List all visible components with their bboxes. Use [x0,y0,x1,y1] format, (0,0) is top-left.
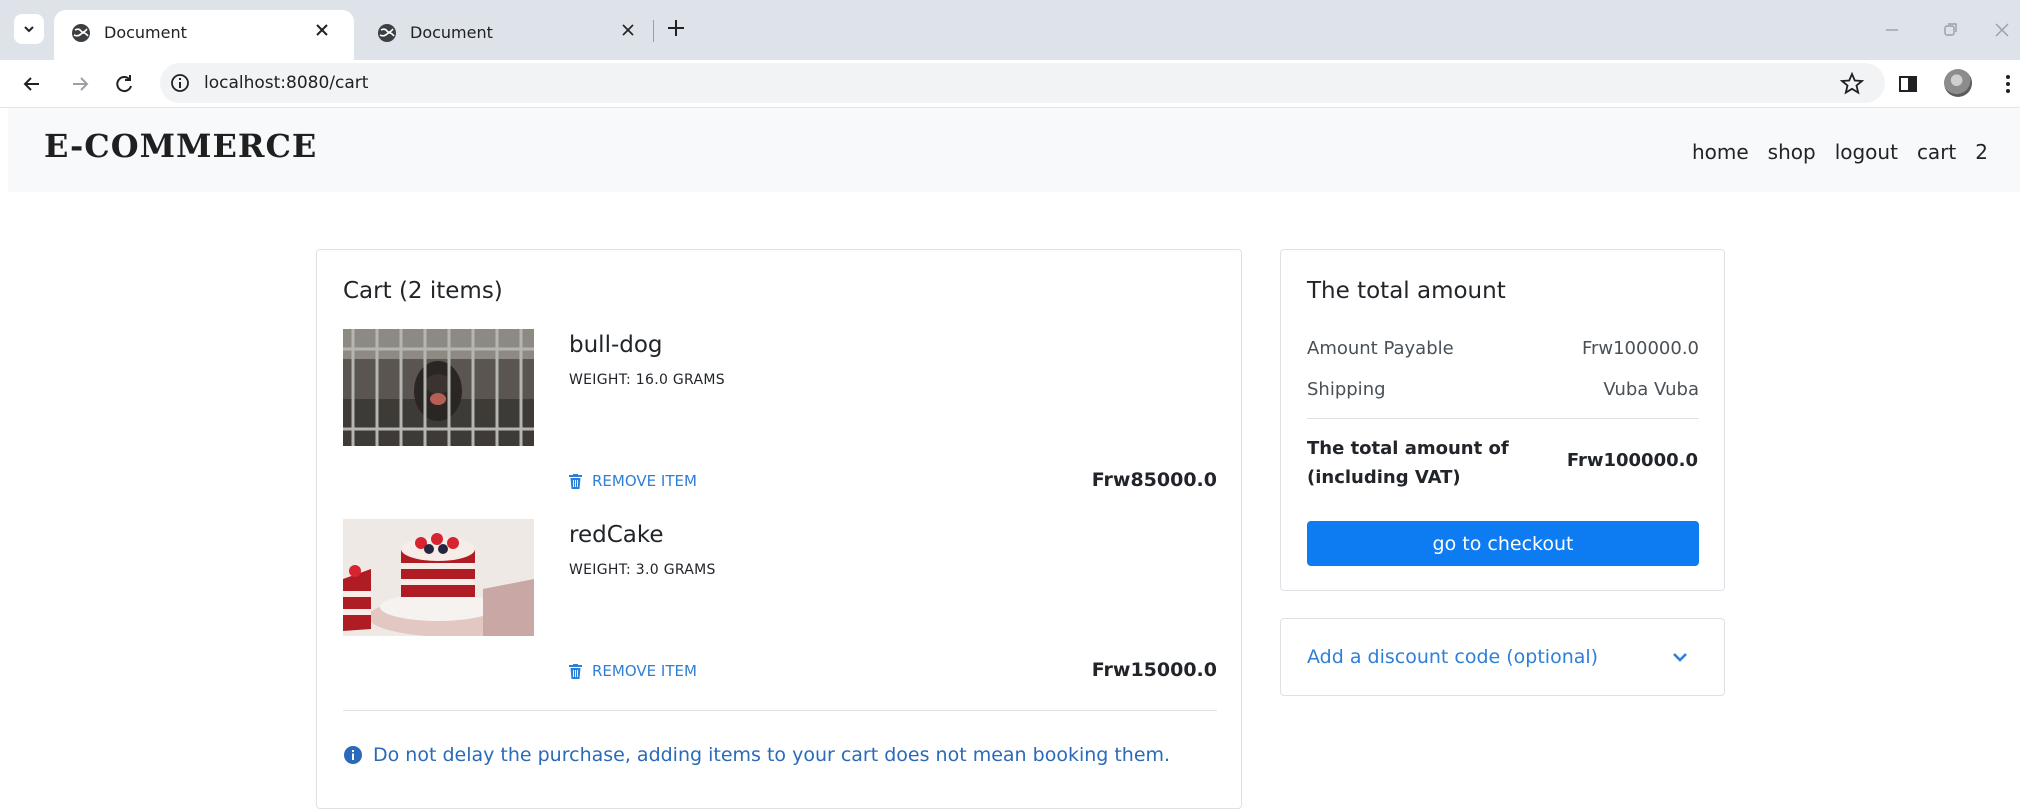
star-icon[interactable] [1838,70,1866,98]
summary-divider [1307,418,1699,419]
total-summary-card: The total amount Amount Payable Frw10000… [1280,249,1725,591]
info-circle-icon [344,746,362,764]
back-arrow-icon[interactable] [18,70,46,98]
summary-title: The total amount [1307,278,1506,304]
product-image-bull-dog [343,329,534,446]
remove-item-button[interactable]: REMOVE ITEM [569,472,697,490]
side-panel-icon[interactable] [1894,70,1922,98]
chevron-down-icon[interactable] [1670,647,1690,667]
globe-icon [72,24,90,42]
cart-card: Cart (2 items) bull-dog WEIGHT: 16.0 GRA… [316,249,1242,809]
cart-title: Cart (2 items) [343,278,503,304]
globe-icon [378,24,396,42]
tab-search-button[interactable] [14,14,44,44]
cart-item: redCake WEIGHT: 3.0 GRAMS REMOVE ITEM Fr… [343,519,1217,699]
reload-icon[interactable] [110,70,138,98]
cart-count[interactable]: 2 [1975,140,1988,164]
shipping-value: Vuba Vuba [1603,379,1699,400]
nav-link-shop[interactable]: shop [1768,140,1816,164]
trash-icon [569,663,582,679]
product-image-red-cake [343,519,534,636]
forward-arrow-icon[interactable] [66,70,94,98]
item-weight: WEIGHT: 3.0 GRAMS [569,562,716,578]
plus-icon[interactable] [664,16,688,40]
profile-avatar[interactable] [1944,69,1972,97]
discount-code-toggle[interactable]: Add a discount code (optional) [1307,646,1598,668]
amount-payable-row: Amount Payable Frw100000.0 [1307,338,1699,359]
nav-link-home[interactable]: home [1692,140,1749,164]
nav-links: home shop logout cart 2 [1692,140,1988,164]
checkout-button[interactable]: go to checkout [1307,521,1699,566]
cart-item: bull-dog WEIGHT: 16.0 GRAMS REMOVE ITEM … [343,329,1217,509]
item-name[interactable]: bull-dog [569,332,663,358]
nav-link-cart[interactable]: cart [1917,140,1956,164]
amount-payable-label: Amount Payable [1307,338,1454,359]
brand-logo[interactable]: E-COMMERCE [44,127,317,165]
item-weight: WEIGHT: 16.0 GRAMS [569,372,725,388]
item-price: Frw15000.0 [1091,659,1217,681]
cart-notice: Do not delay the purchase, adding items … [343,744,1170,766]
remove-item-label: REMOVE ITEM [592,662,697,680]
browser-toolbar: localhost:8080/cart [0,60,2020,108]
close-icon[interactable] [312,20,332,40]
info-icon[interactable] [170,73,190,93]
item-price: Frw85000.0 [1091,469,1217,491]
browser-tab-active[interactable]: Document [54,10,354,60]
shipping-label: Shipping [1307,379,1386,400]
amount-payable-value: Frw100000.0 [1581,338,1699,359]
item-name[interactable]: redCake [569,522,664,548]
total-value: Frw100000.0 [1566,450,1698,471]
shipping-row: Shipping Vuba Vuba [1307,379,1699,400]
discount-code-card[interactable]: Add a discount code (optional) [1280,618,1725,696]
minimize-icon[interactable] [1880,18,1904,42]
remove-item-label: REMOVE ITEM [592,472,697,490]
total-label: The total amount of (including VAT) [1307,438,1509,488]
tab-separator [653,20,654,42]
tab-title: Document [104,23,187,42]
url-text: localhost:8080/cart [204,73,369,93]
tab-title: Document [410,23,493,42]
close-window-icon[interactable] [1990,18,2014,42]
cart-notice-text: Do not delay the purchase, adding items … [373,744,1171,766]
trash-icon [569,473,582,489]
browser-tab-strip: Document Document [0,0,2020,60]
remove-item-button[interactable]: REMOVE ITEM [569,662,697,680]
kebab-menu-icon[interactable] [1994,70,2020,98]
close-icon[interactable] [618,20,638,40]
site-navbar: E-COMMERCE home shop logout cart 2 [8,108,2020,192]
chevron-down-icon [24,26,34,33]
cart-divider [343,710,1217,711]
browser-tab-inactive[interactable]: Document [360,10,660,60]
address-bar[interactable]: localhost:8080/cart [160,63,1885,103]
nav-link-logout[interactable]: logout [1835,140,1898,164]
restore-icon[interactable] [1938,18,1962,42]
